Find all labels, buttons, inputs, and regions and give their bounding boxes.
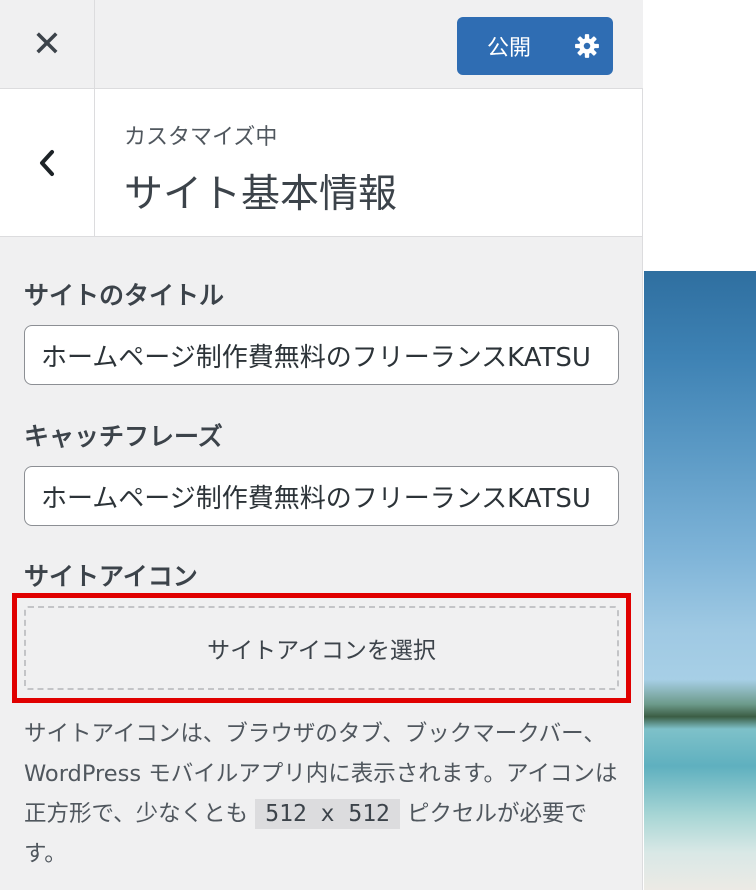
gear-icon: [575, 34, 599, 58]
customizer-header: ✕ 公開: [0, 0, 643, 89]
back-button[interactable]: [0, 89, 95, 236]
publish-button[interactable]: 公開: [457, 17, 561, 75]
select-site-icon-button[interactable]: サイトアイコンを選択: [24, 606, 619, 690]
size-code: 512 x 512: [255, 799, 400, 829]
chevron-left-icon: [40, 149, 54, 176]
close-icon: ✕: [31, 23, 63, 65]
site-title-input[interactable]: [24, 325, 619, 385]
tagline-input[interactable]: [24, 466, 619, 526]
section-title: サイト基本情報: [124, 172, 398, 217]
site-icon-description: サイトアイコンは、ブラウザのタブ、ブックマークバー、WordPress モバイル…: [24, 714, 624, 874]
tagline-label: キャッチフレーズ: [24, 422, 223, 451]
publish-button-group: 公開: [457, 17, 613, 75]
section-header: カスタマイズ中 サイト基本情報: [0, 89, 642, 237]
section-subtitle: カスタマイズ中: [124, 125, 278, 150]
customizer-sidebar: ✕ 公開 カスタマイズ中 サイト基本情報 サイトのタイトル ホームページ制作費無…: [0, 0, 643, 890]
site-preview-image: [644, 271, 756, 890]
site-icon-label: サイトアイコン: [24, 562, 198, 591]
close-button[interactable]: ✕: [0, 0, 95, 88]
publish-settings-button[interactable]: [561, 17, 613, 75]
site-title-label: サイトのタイトル: [24, 281, 225, 310]
